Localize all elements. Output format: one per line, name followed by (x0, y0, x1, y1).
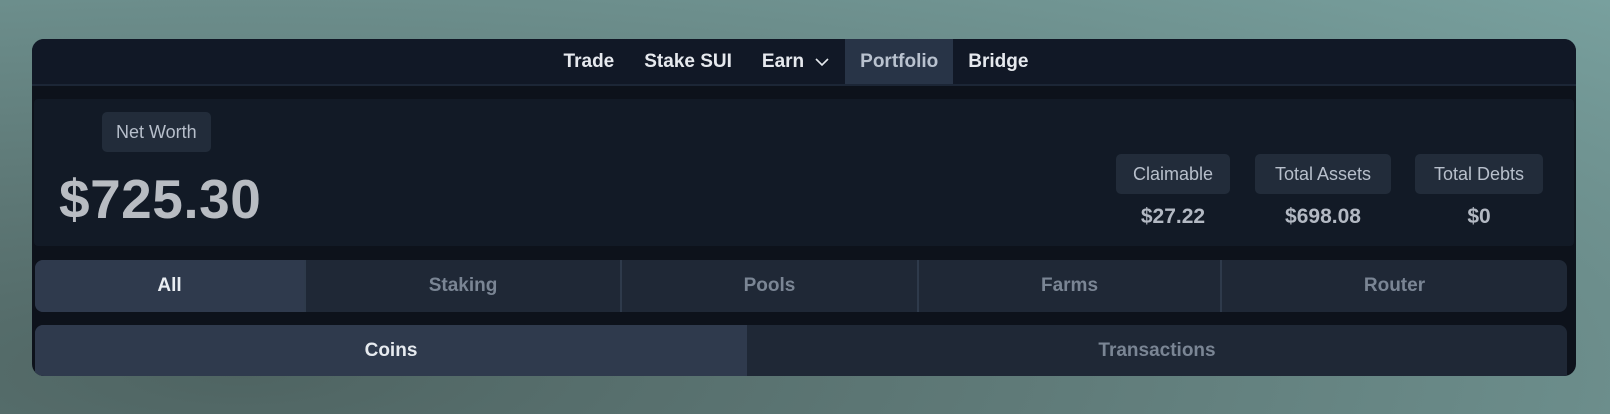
view-tabs: Coins Transactions (35, 325, 1567, 376)
nav-bridge-label: Bridge (968, 50, 1029, 72)
claimable-value: $27.22 (1140, 205, 1206, 228)
position-filter-tabs: All Staking Pools Farms Router (35, 260, 1567, 312)
chevron-down-icon (814, 54, 830, 70)
total-debts-value: $0 (1467, 205, 1491, 228)
nav-trade-label: Trade (563, 50, 615, 72)
tab-pools[interactable]: Pools (620, 260, 917, 312)
portfolio-summary: Net Worth $725.30 Claimable $27.22 Total… (34, 99, 1574, 246)
tab-all[interactable]: All (35, 260, 304, 312)
nav-stake-sui-label: Stake SUI (644, 50, 732, 72)
nav-portfolio-label: Portfolio (860, 50, 939, 72)
net-worth-label: Net Worth (102, 112, 211, 152)
nav-trade[interactable]: Trade (549, 39, 630, 84)
tab-transactions[interactable]: Transactions (747, 325, 1567, 376)
claimable-label: Claimable (1116, 154, 1230, 194)
portfolio-window: Trade Stake SUI Earn Portfolio Bridge Ne… (32, 39, 1576, 376)
net-worth-value: $725.30 (59, 168, 262, 230)
nav-earn[interactable]: Earn (747, 39, 845, 84)
total-assets-label: Total Assets (1255, 154, 1391, 194)
tab-router[interactable]: Router (1220, 260, 1567, 312)
nav-stake-sui[interactable]: Stake SUI (629, 39, 747, 84)
top-navigation: Trade Stake SUI Earn Portfolio Bridge (32, 39, 1576, 86)
tab-coins[interactable]: Coins (35, 325, 747, 376)
tab-staking[interactable]: Staking (304, 260, 620, 312)
nav-portfolio[interactable]: Portfolio (845, 39, 954, 84)
total-assets-value: $698.08 (1285, 205, 1361, 228)
nav-earn-label: Earn (761, 50, 805, 72)
total-debts-label: Total Debts (1415, 154, 1543, 194)
tab-farms[interactable]: Farms (917, 260, 1220, 312)
nav-bridge[interactable]: Bridge (953, 39, 1043, 84)
